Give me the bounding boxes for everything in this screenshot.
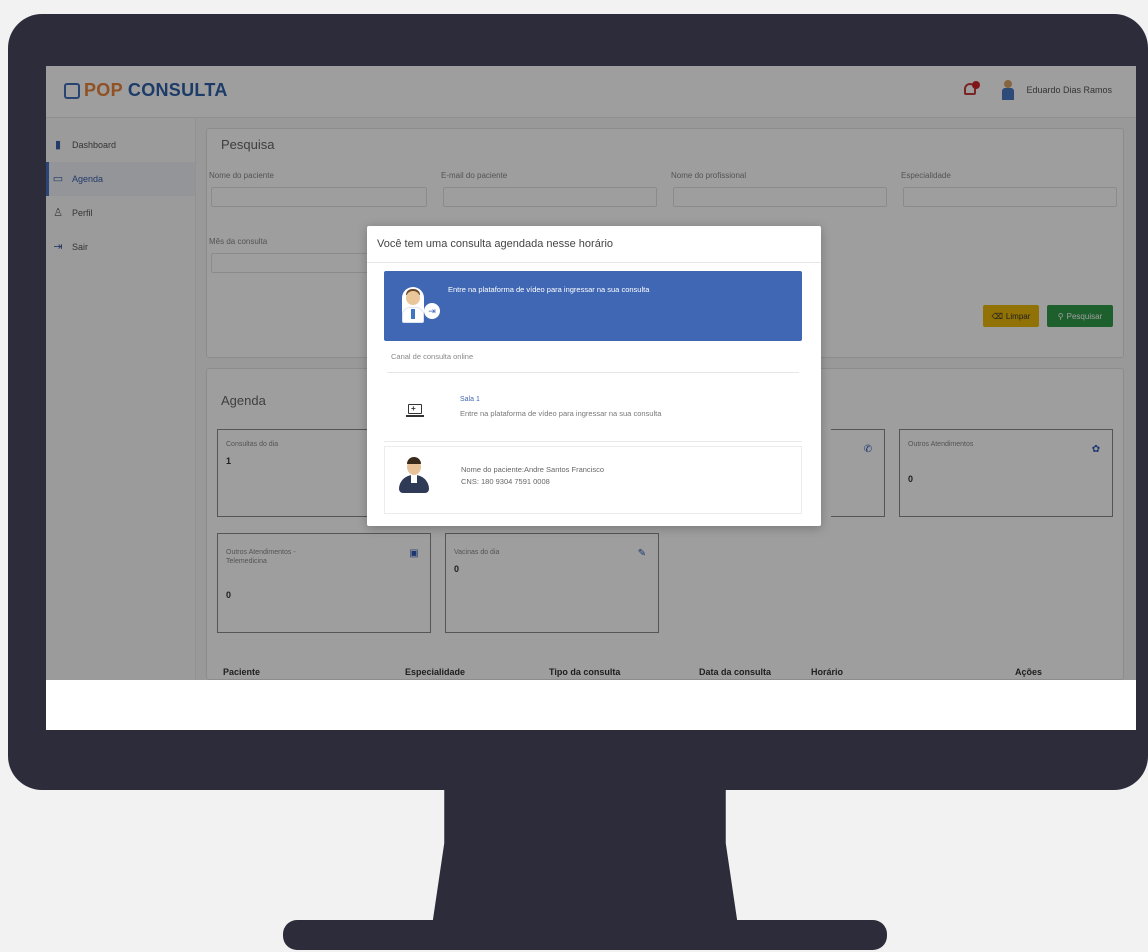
patient-list-item: Nome do paciente:Andre Santos Francisco …	[384, 446, 802, 514]
patient-cns: CNS: 180 9304 7591 0008	[461, 477, 550, 486]
channel-label: Canal de consulta online	[391, 352, 474, 361]
modal-title: Você tem uma consulta agendada nesse hor…	[377, 238, 614, 250]
screen: POP CONSULTA Eduardo Dias Ramos ▮ Dashbo…	[46, 66, 1136, 730]
room-list-item[interactable]: + Sala 1 Entre na plataforma de vídeo pa…	[384, 376, 802, 442]
appointment-modal: Você tem uma consulta agendada nesse hor…	[367, 226, 821, 526]
login-icon: ⇥	[424, 303, 440, 319]
doctor-icon: ⇥	[396, 285, 440, 325]
app: POP CONSULTA Eduardo Dias Ramos ▮ Dashbo…	[46, 66, 1136, 680]
patient-name: Nome do paciente:Andre Santos Francisco	[461, 465, 604, 474]
divider	[367, 262, 821, 263]
monitor-base	[283, 920, 887, 950]
room-name: Sala 1	[460, 396, 480, 403]
screen-bottom-strip	[46, 680, 1136, 730]
monitor-stand	[432, 788, 738, 926]
laptop-icon: +	[406, 404, 424, 418]
patient-avatar-icon	[399, 457, 429, 495]
monitor-frame: POP CONSULTA Eduardo Dias Ramos ▮ Dashbo…	[8, 14, 1148, 790]
divider	[387, 372, 799, 373]
scene: POP CONSULTA Eduardo Dias Ramos ▮ Dashbo…	[0, 0, 1148, 952]
room-description: Entre na plataforma de vídeo para ingres…	[460, 409, 662, 418]
banner-text: Entre na plataforma de vídeo para ingres…	[448, 285, 650, 294]
join-video-banner[interactable]: ⇥ Entre na plataforma de vídeo para ingr…	[384, 271, 802, 341]
